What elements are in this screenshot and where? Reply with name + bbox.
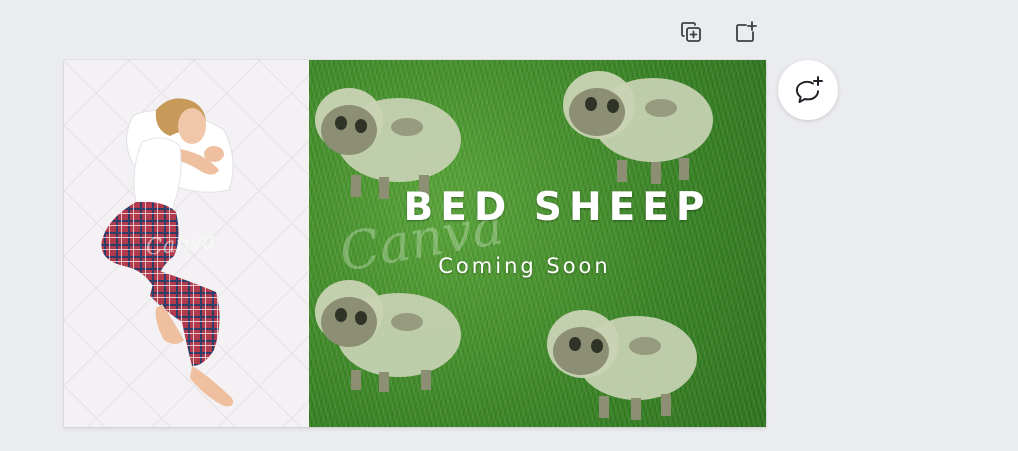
grass-background[interactable]: Canva BED SHEEP Coming Soon (309, 60, 766, 427)
sheep-graphic[interactable] (309, 260, 469, 400)
add-page-icon (736, 21, 757, 42)
sheep-graphic[interactable] (309, 65, 469, 205)
add-comment-icon (796, 76, 823, 103)
design-subtitle[interactable]: Coming Soon (309, 254, 753, 278)
add-comment-button[interactable] (778, 60, 838, 120)
duplicate-page-icon (681, 22, 701, 42)
design-canvas[interactable]: Canva Canva BED SHEEP Coming Soon (64, 60, 766, 427)
sheep-graphic[interactable] (557, 60, 717, 190)
add-page-button[interactable] (731, 18, 759, 46)
sleeping-woman-photo[interactable]: Canva (64, 60, 309, 427)
design-title[interactable]: BED SHEEP (329, 185, 766, 230)
sheep-graphic[interactable] (541, 288, 701, 427)
duplicate-page-button[interactable] (677, 18, 705, 46)
